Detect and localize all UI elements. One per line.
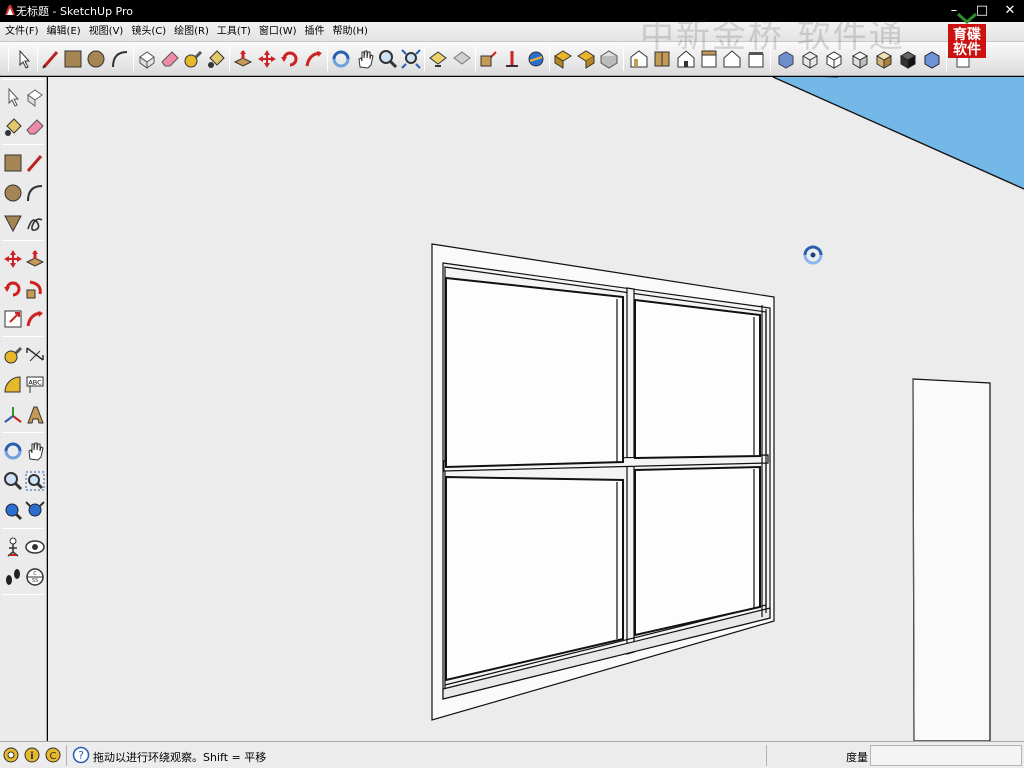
line-tool-icon[interactable] — [40, 48, 62, 70]
make-component-icon[interactable] — [136, 48, 158, 70]
menu-edit[interactable]: 编辑(E) — [45, 23, 87, 41]
arc-tool-icon[interactable] — [109, 48, 131, 70]
pan-tool-icon[interactable] — [354, 48, 376, 70]
freehand-tool-icon[interactable] — [24, 212, 46, 234]
circle-tool-icon[interactable] — [2, 182, 24, 204]
offset-tool-icon[interactable] — [24, 308, 46, 330]
share-component-icon[interactable] — [598, 48, 620, 70]
credits-icon[interactable]: i — [23, 746, 41, 764]
measurements-input[interactable] — [870, 745, 1022, 766]
next-view-icon[interactable] — [451, 48, 473, 70]
svg-text:软件: 软件 — [953, 41, 981, 58]
follow-me-tool-icon[interactable] — [303, 48, 325, 70]
svg-text:C: C — [33, 571, 37, 577]
push-pull-tool-icon[interactable] — [24, 248, 46, 270]
svg-text:ABC: ABC — [28, 379, 42, 387]
text-tool-icon[interactable] — [501, 48, 523, 70]
eraser-tool-icon[interactable] — [159, 48, 181, 70]
menu-draw[interactable]: 绘图(R) — [172, 23, 215, 41]
pan-tool-icon[interactable] — [24, 440, 46, 462]
polygon-tool-icon[interactable] — [2, 212, 24, 234]
svg-text:i: i — [30, 751, 33, 762]
walk-tool-icon[interactable] — [2, 566, 24, 588]
position-camera-tool-icon[interactable] — [2, 536, 24, 558]
status-bar: i C ? 拖动以进行环绕观察。Shift = 平移 度量 — [0, 741, 1024, 768]
menu-camera[interactable]: 镜头(C) — [129, 23, 172, 41]
move-tool-icon[interactable] — [2, 248, 24, 270]
tape-measure-tool-icon[interactable] — [182, 48, 204, 70]
protractor-tool-icon[interactable] — [2, 374, 24, 396]
menu-help[interactable]: 帮助(H) — [331, 23, 374, 41]
orbit-tool-icon[interactable] — [2, 440, 24, 462]
follow-me-tool-icon[interactable] — [24, 278, 46, 300]
rectangle-tool-icon[interactable] — [2, 152, 24, 174]
zoom-tool-icon[interactable] — [2, 470, 24, 492]
previous-view-icon[interactable] — [2, 500, 24, 522]
window-title: 无标题 - SketchUp Pro — [16, 5, 134, 18]
logo-badge: 育碟 软件 — [948, 12, 986, 58]
menu-window[interactable]: 窗口(W) — [257, 23, 303, 41]
menu-tools[interactable]: 工具(T) — [215, 23, 257, 41]
svg-text:SS: SS — [32, 578, 38, 584]
svg-text:?: ? — [78, 749, 84, 762]
watermark-text: 中新金桥 软件通 — [640, 16, 905, 56]
previous-view-icon[interactable] — [427, 48, 449, 70]
drawing-viewport[interactable] — [48, 77, 1024, 741]
arc-tool-icon[interactable] — [24, 182, 46, 204]
axes-tool-icon[interactable] — [2, 404, 24, 426]
look-around-tool-icon[interactable] — [24, 536, 46, 558]
select-tool-icon[interactable] — [2, 86, 24, 108]
eraser-tool-icon[interactable] — [24, 116, 46, 138]
tape-measure-tool-icon[interactable] — [2, 344, 24, 366]
shaded-xray-style-icon[interactable] — [921, 48, 943, 70]
make-component-icon[interactable] — [24, 86, 46, 108]
paint-bucket-tool-icon[interactable] — [2, 116, 24, 138]
sketchup-app-icon — [5, 5, 15, 15]
svg-text:育碟: 育碟 — [953, 26, 981, 43]
orbit-tool-icon[interactable] — [330, 48, 352, 70]
large-tool-set: ABC C SS — [0, 77, 47, 741]
rectangle-tool-icon[interactable] — [62, 48, 84, 70]
help-question-icon[interactable]: ? — [72, 746, 90, 764]
3d-text-tool-icon[interactable] — [24, 404, 46, 426]
select-tool-icon[interactable] — [13, 48, 35, 70]
rotate-tool-icon[interactable] — [2, 278, 24, 300]
move-tool-icon[interactable] — [256, 48, 278, 70]
close-button[interactable]: ✕ — [996, 0, 1024, 22]
scale-tool-icon[interactable] — [2, 308, 24, 330]
orbit-cursor-icon — [803, 245, 823, 265]
window-model — [431, 243, 775, 721]
axes-tool-icon[interactable] — [525, 48, 547, 70]
menu-file[interactable]: 文件(F) — [3, 23, 45, 41]
push-pull-tool-icon[interactable] — [232, 48, 254, 70]
model-scene — [431, 77, 1024, 741]
status-hint: 拖动以进行环绕观察。Shift = 平移 — [93, 751, 267, 764]
text-tool-icon[interactable]: ABC — [24, 374, 46, 396]
zoom-tool-icon[interactable] — [377, 48, 399, 70]
geolocation-icon[interactable] — [2, 746, 20, 764]
dimension-tool-icon[interactable] — [478, 48, 500, 70]
copyright-icon[interactable]: C — [44, 746, 62, 764]
zoom-window-tool-icon[interactable] — [24, 470, 46, 492]
svg-text:C: C — [50, 751, 57, 762]
measurements-label: 度量 — [846, 751, 868, 764]
line-tool-icon[interactable] — [24, 152, 46, 174]
get-models-icon[interactable] — [552, 48, 574, 70]
share-model-icon[interactable] — [575, 48, 597, 70]
door-model — [912, 378, 991, 741]
zoom-extents-tool-icon[interactable] — [24, 500, 46, 522]
menu-view[interactable]: 视图(V) — [87, 23, 130, 41]
section-plane-tool-icon[interactable]: CSS — [24, 566, 46, 588]
paint-bucket-tool-icon[interactable] — [205, 48, 227, 70]
rotate-tool-icon[interactable] — [279, 48, 301, 70]
dimension-tool-icon[interactable] — [24, 344, 46, 366]
menu-plugins[interactable]: 插件 — [303, 23, 331, 41]
zoom-extents-tool-icon[interactable] — [400, 48, 422, 70]
circle-tool-icon[interactable] — [85, 48, 107, 70]
